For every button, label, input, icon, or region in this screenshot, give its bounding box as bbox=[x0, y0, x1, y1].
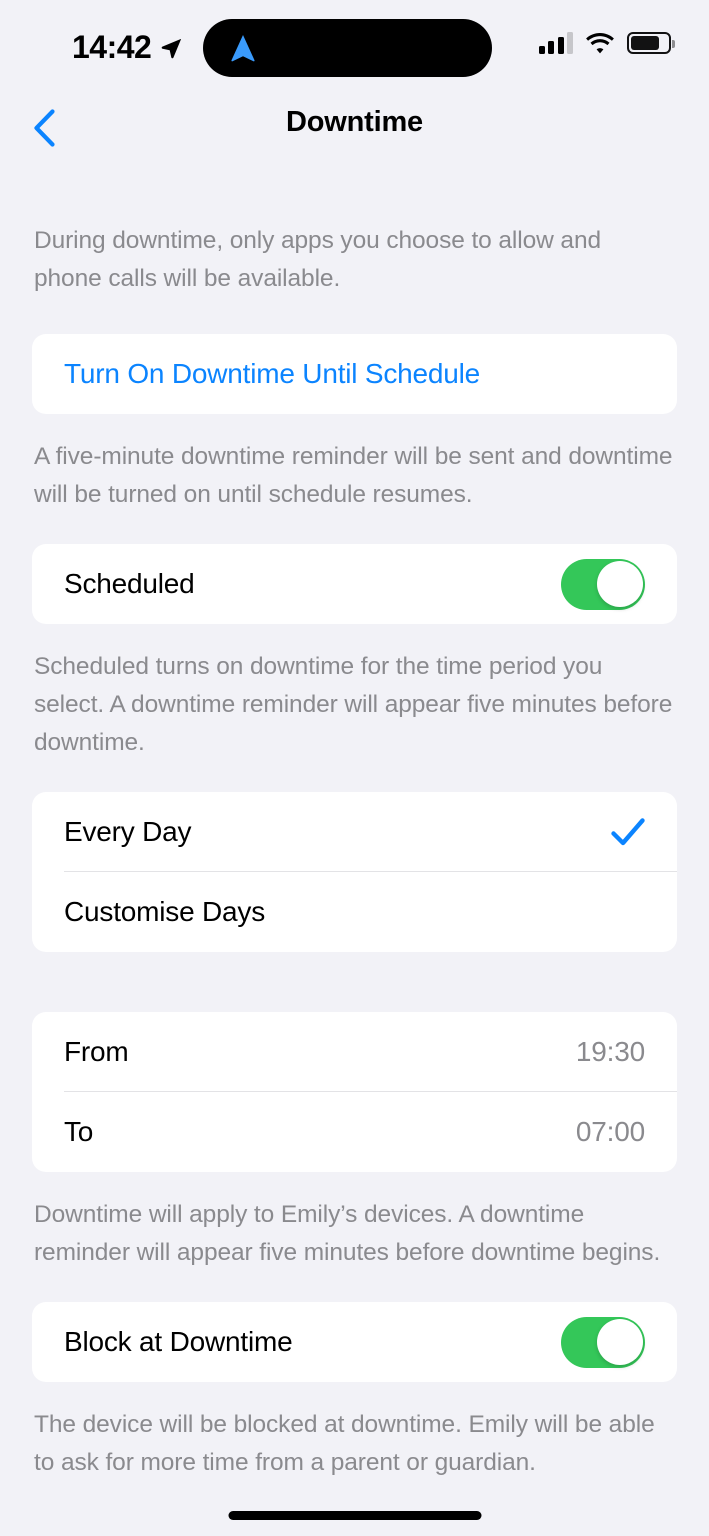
schedule-times-card: From 19:30 To 07:00 bbox=[32, 1012, 677, 1172]
block-at-downtime-label: Block at Downtime bbox=[64, 1326, 293, 1357]
status-time: 14:42 bbox=[72, 29, 152, 65]
battery-icon bbox=[627, 32, 675, 54]
turn-on-downtime-label: Turn On Downtime Until Schedule bbox=[64, 358, 481, 389]
to-row[interactable]: To 07:00 bbox=[32, 1092, 677, 1172]
status-icons-group bbox=[538, 32, 675, 54]
settings-content: During downtime, only apps you choose to… bbox=[0, 162, 709, 1482]
block-at-downtime-row[interactable]: Block at Downtime bbox=[32, 1302, 677, 1382]
dynamic-island[interactable] bbox=[203, 19, 492, 77]
to-label: To bbox=[64, 1116, 94, 1147]
from-label: From bbox=[64, 1036, 129, 1067]
block-at-downtime-footer: The device will be blocked at downtime. … bbox=[34, 1411, 655, 1476]
toggle-knob bbox=[596, 561, 643, 607]
home-indicator[interactable] bbox=[228, 1511, 481, 1520]
navigation-arrow-icon bbox=[231, 35, 255, 62]
checkmark-icon bbox=[611, 818, 645, 846]
customise-days-label: Customise Days bbox=[64, 896, 266, 927]
intro-footer-text: During downtime, only apps you choose to… bbox=[34, 227, 602, 292]
scheduled-row[interactable]: Scheduled bbox=[32, 544, 677, 624]
status-time-group: 14:42 bbox=[72, 27, 183, 67]
every-day-row[interactable]: Every Day bbox=[32, 792, 677, 872]
block-at-downtime-card: Block at Downtime bbox=[32, 1302, 677, 1382]
scheduled-toggle[interactable] bbox=[561, 558, 645, 610]
schedule-times-footer: Downtime will apply to Emily’s devices. … bbox=[34, 1201, 661, 1266]
toggle-knob bbox=[596, 1319, 643, 1365]
turn-on-downtime-card: Turn On Downtime Until Schedule bbox=[32, 334, 677, 414]
to-value[interactable]: 07:00 bbox=[576, 1116, 645, 1148]
location-arrow-icon bbox=[162, 39, 182, 59]
scheduled-label: Scheduled bbox=[64, 568, 195, 599]
wifi-icon bbox=[586, 32, 614, 53]
page-title: Downtime bbox=[286, 106, 423, 138]
block-at-downtime-toggle[interactable] bbox=[561, 1316, 645, 1368]
turn-on-downtime-footer: A five-minute downtime reminder will be … bbox=[34, 443, 673, 508]
from-row[interactable]: From 19:30 bbox=[32, 1012, 677, 1092]
from-value[interactable]: 19:30 bbox=[576, 1036, 645, 1068]
iphone-screen: 14:42 Downtime During downtime, only app… bbox=[0, 0, 709, 1536]
customise-days-row[interactable]: Customise Days bbox=[32, 872, 677, 952]
scheduled-card: Scheduled bbox=[32, 544, 677, 624]
every-day-label: Every Day bbox=[64, 816, 192, 847]
days-selection-card: Every Day Customise Days bbox=[32, 792, 677, 952]
turn-on-downtime-row[interactable]: Turn On Downtime Until Schedule bbox=[32, 334, 677, 414]
navigation-bar: Downtime bbox=[0, 96, 709, 162]
status-bar: 14:42 bbox=[0, 0, 709, 96]
cellular-signal-icon bbox=[538, 32, 573, 54]
scheduled-footer: Scheduled turns on downtime for the time… bbox=[34, 653, 673, 756]
